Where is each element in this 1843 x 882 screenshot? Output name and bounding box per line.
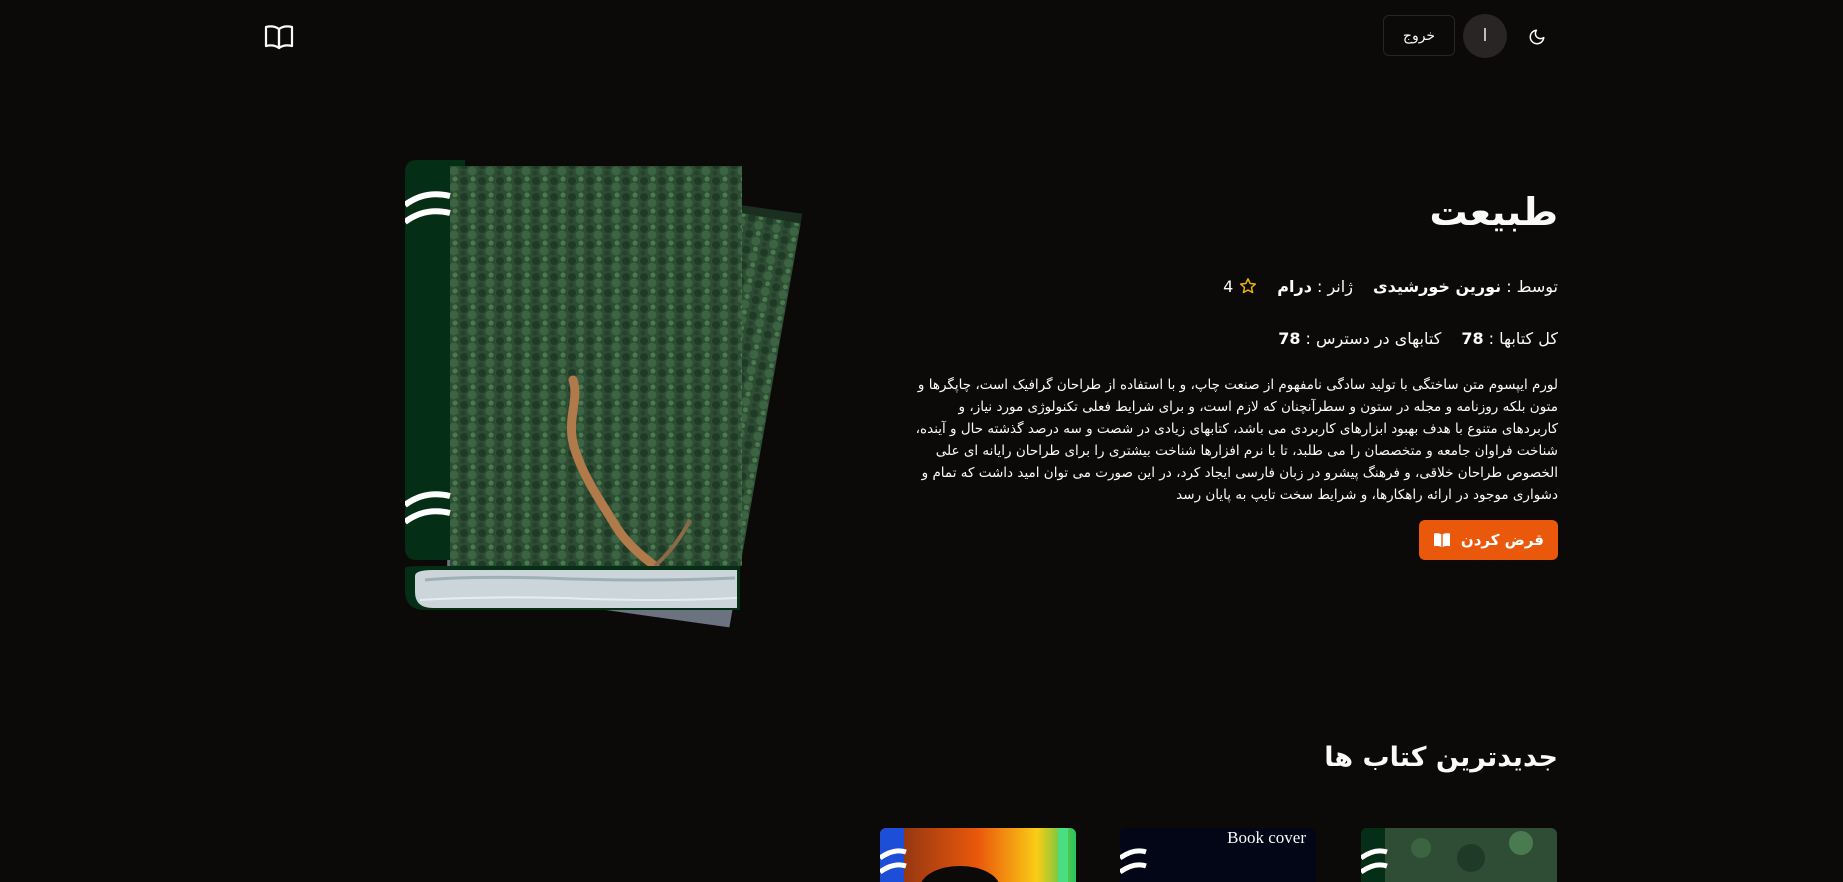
author-label: توسط : [1506, 276, 1558, 296]
total-value: 78 [1461, 328, 1484, 348]
book-card[interactable] [880, 828, 1076, 882]
genre-name: درام [1277, 276, 1312, 296]
borrow-button[interactable]: قرض کردن [1418, 520, 1558, 560]
available-count: کتابهای در دسترس : 78 [1278, 329, 1441, 348]
theme-toggle-button[interactable] [1524, 24, 1550, 50]
author-name: نورین خورشیدی [1372, 276, 1502, 296]
moon-icon [1529, 29, 1545, 45]
borrow-label: قرض کردن [1460, 531, 1544, 549]
open-book-icon[interactable] [264, 24, 294, 50]
book-counts: کل کتابها : 78 کتابهای در دسترس : 78 [908, 326, 1558, 350]
available-value: 78 [1278, 328, 1301, 348]
star-icon [1240, 278, 1257, 294]
total-count: کل کتابها : 78 [1461, 329, 1558, 348]
genre-label: ژانر : [1317, 276, 1353, 296]
genre-info: ژانر : درام [1277, 277, 1353, 296]
available-label: کتابهای در دسترس : [1305, 328, 1442, 348]
latest-books-title: جدیدترین کتاب ها [1324, 742, 1558, 773]
book-title: طبیعت [1429, 190, 1559, 234]
book-card[interactable]: Book cover [1120, 828, 1316, 882]
logout-button[interactable]: خروج [1383, 15, 1455, 56]
page: ا خروج طبیعت توسط: نورین خورشیدی ژانر:… [0, 0, 1843, 882]
book-meta-row: توسط : نورین خورشیدی ژانر : درام 4 [908, 274, 1558, 298]
broken-image-alt: Book cover [1227, 828, 1306, 847]
author-info: توسط : نورین خورشیدی [1373, 277, 1558, 296]
avatar[interactable]: ا [1463, 14, 1507, 58]
rating: 4 [1223, 277, 1257, 296]
book-details: طبیعت توسط : نورین خورشیدی ژانر : درام 4… [908, 186, 1558, 560]
book-card[interactable] [1361, 828, 1557, 882]
total-label: کل کتابها : [1488, 328, 1558, 348]
logout-label: خروج [1402, 27, 1436, 44]
book-open-icon [1433, 533, 1450, 547]
avatar-initial: ا [1482, 26, 1488, 46]
book-description: لورم ایپسوم متن ساختگی با تولید سادگی نا… [915, 377, 1558, 503]
rating-value: 4 [1223, 276, 1234, 296]
book-cover-illustration [403, 160, 875, 700]
